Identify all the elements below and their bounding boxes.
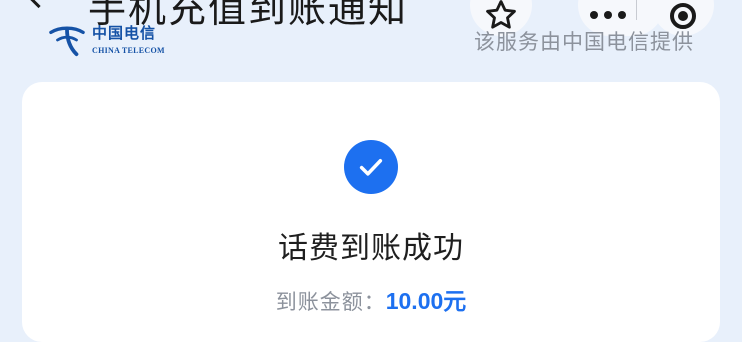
logo-name-en: CHINA TELECOM <box>92 46 165 55</box>
back-icon[interactable] <box>20 0 57 9</box>
amount-row: 到账金额：10.00元 <box>0 282 742 316</box>
telecom-logo-icon <box>49 26 85 57</box>
logo-name-cn: 中国电信 <box>92 24 157 42</box>
header-divider <box>636 0 637 20</box>
amount-label: 到账金额： <box>275 290 386 314</box>
provider-note: 该服务由中国电信提供 <box>474 30 694 54</box>
check-circle-icon <box>344 140 398 194</box>
china-telecom-logo: 中国电信 CHINA TELECOM <box>48 22 165 58</box>
more-dots-icon <box>590 11 626 19</box>
amount-value: 10.00元 <box>385 288 467 314</box>
status-title: 话费到账成功 <box>278 231 464 266</box>
